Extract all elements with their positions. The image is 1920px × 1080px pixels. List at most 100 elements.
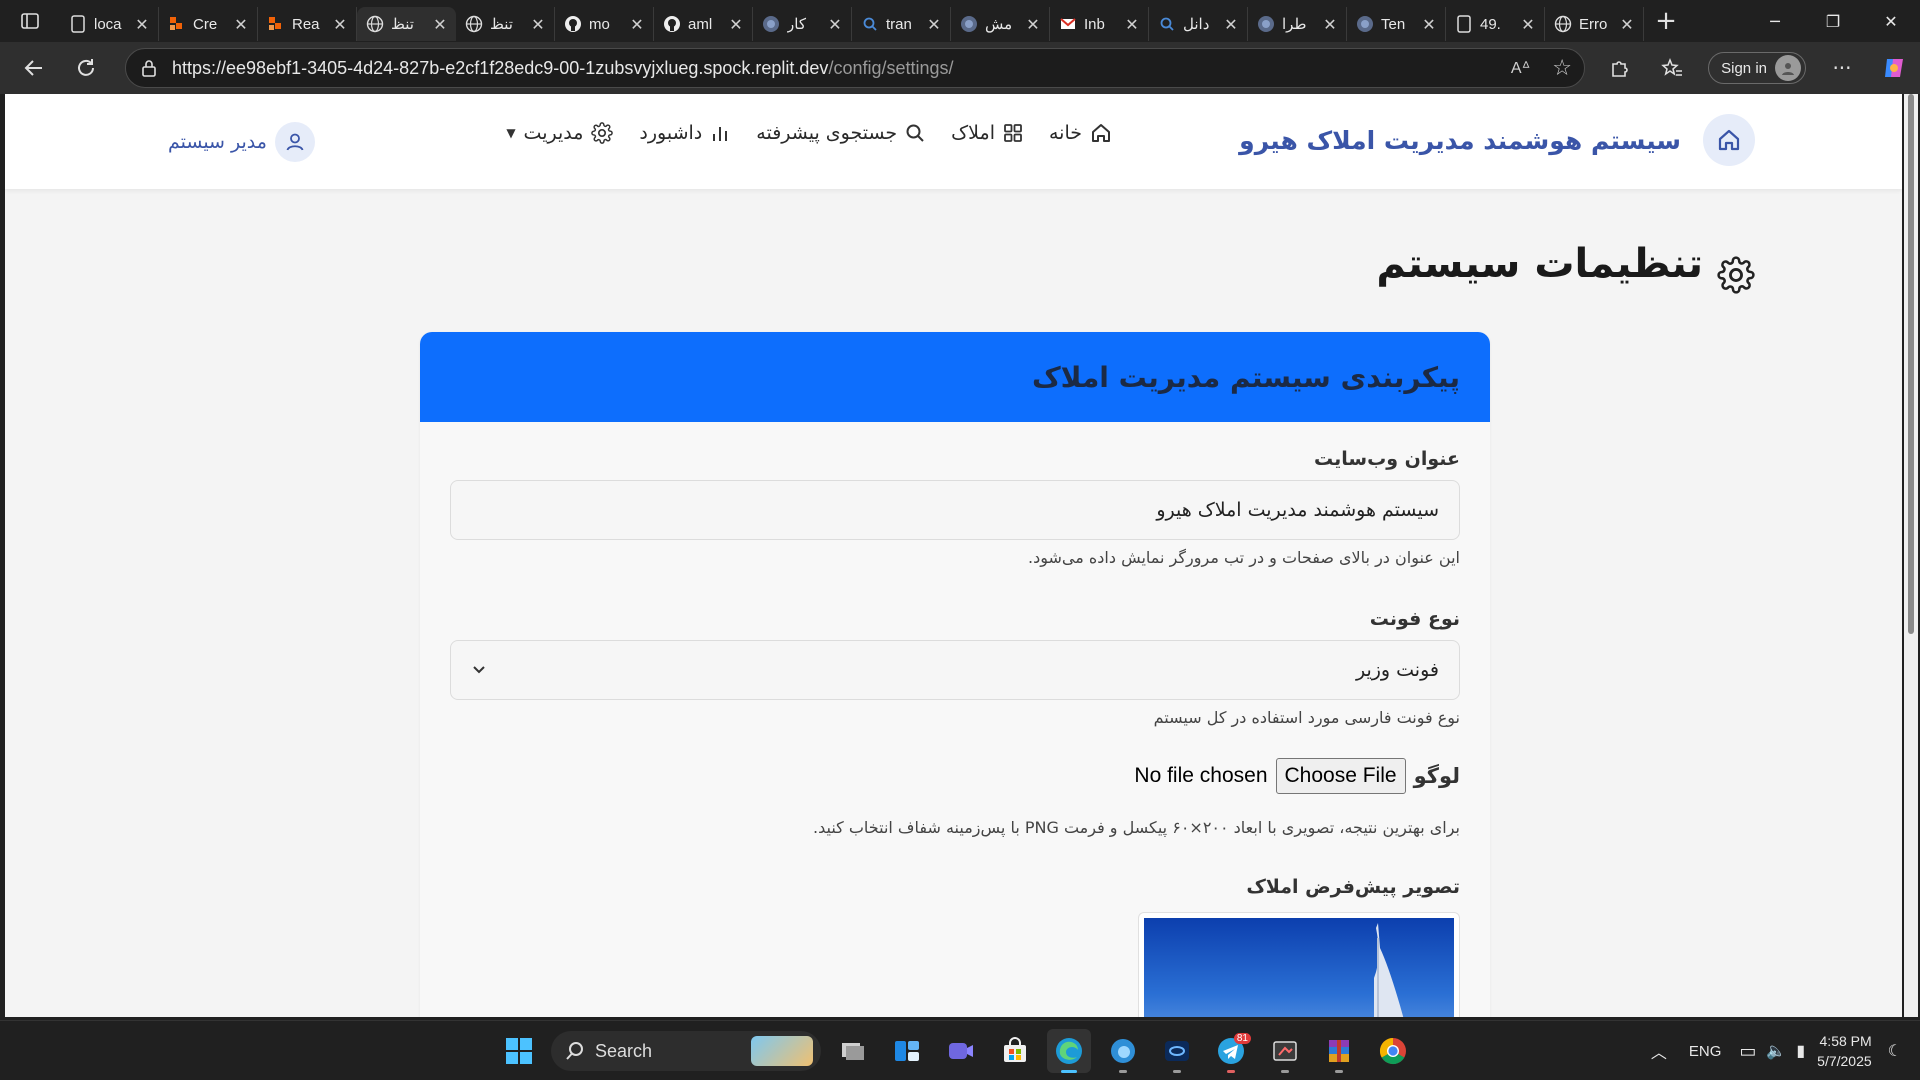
browser-tab[interactable]: طرا ✕: [1248, 7, 1347, 41]
battery-icon[interactable]: ▮: [1796, 1041, 1805, 1061]
teams-meet-button[interactable]: [939, 1029, 983, 1073]
browser-tab[interactable]: تنظ ✕: [456, 7, 555, 41]
site-title-label: عنوان وب‌سایت: [1314, 448, 1460, 470]
lock-icon[interactable]: [126, 59, 172, 77]
volume-icon[interactable]: 🔈: [1766, 1041, 1786, 1061]
close-tab-icon[interactable]: ✕: [1421, 15, 1437, 34]
card-header: پیکربندی سیستم مدیریت املاک: [420, 332, 1490, 422]
close-tab-icon[interactable]: ✕: [629, 15, 645, 34]
app-icon: [959, 14, 979, 34]
close-tab-icon[interactable]: ✕: [728, 15, 744, 34]
tab-actions-button[interactable]: [0, 0, 60, 42]
close-tab-icon[interactable]: ✕: [1223, 15, 1239, 34]
menu-item-home[interactable]: خانه: [1049, 122, 1112, 144]
address-bar[interactable]: https://ee98ebf1-3405-4d24-827b-e2cf1f28…: [125, 48, 1585, 88]
tab-actions-icon: [21, 13, 39, 29]
browser-tab[interactable]: 49. ✕: [1446, 7, 1545, 41]
close-tab-icon[interactable]: ✕: [1322, 15, 1338, 34]
telegram-badge: 81: [1233, 1033, 1251, 1044]
browser-tab[interactable]: Ten ✕: [1347, 7, 1446, 41]
close-window-button[interactable]: ✕: [1862, 0, 1920, 42]
close-tab-icon[interactable]: ✕: [926, 15, 942, 34]
edge-dev-button[interactable]: [1101, 1029, 1145, 1073]
browser-tab[interactable]: aml ✕: [654, 7, 753, 41]
sign-in-label: Sign in: [1721, 59, 1767, 77]
minimize-button[interactable]: ─: [1746, 0, 1804, 42]
app-icon: [1256, 14, 1276, 34]
copilot-button[interactable]: [1868, 48, 1920, 88]
choose-file-button[interactable]: Choose File: [1275, 758, 1406, 794]
chevron-up-icon[interactable]: ︿: [1651, 1039, 1667, 1063]
font-select[interactable]: فونت وزیر: [450, 640, 1460, 700]
menu-item-management[interactable]: مدیریت ▼: [506, 122, 614, 144]
read-aloud-icon[interactable]: Aᐞ: [1511, 58, 1530, 78]
close-tab-icon[interactable]: ✕: [432, 15, 448, 34]
search-icon: [1157, 14, 1177, 34]
browser-tab[interactable]: کار ✕: [753, 7, 852, 41]
browser-tab[interactable]: Cre ✕: [159, 7, 258, 41]
start-button[interactable]: [497, 1029, 541, 1073]
telegram-button[interactable]: 81: [1209, 1029, 1253, 1073]
refresh-button[interactable]: [60, 48, 112, 88]
browser-tab[interactable]: Rea ✕: [258, 7, 357, 41]
tab-title: Erro: [1579, 15, 1608, 33]
menu-item-label: مدیریت: [523, 122, 584, 144]
vpn-app-button[interactable]: [1155, 1029, 1199, 1073]
settings-more-button[interactable]: ···: [1816, 48, 1868, 88]
close-tab-icon[interactable]: ✕: [1619, 15, 1635, 34]
scrollbar-thumb[interactable]: [1908, 94, 1914, 634]
close-tab-icon[interactable]: ✕: [1520, 15, 1536, 34]
sign-in-button[interactable]: Sign in: [1708, 52, 1806, 84]
edge-taskbar-button[interactable]: [1047, 1029, 1091, 1073]
extensions-button[interactable]: [1594, 48, 1646, 88]
close-tab-icon[interactable]: ✕: [1025, 15, 1041, 34]
browser-tab[interactable]: تنظ ✕: [357, 7, 456, 41]
copilot-icon: [1885, 59, 1903, 77]
close-tab-icon[interactable]: ✕: [332, 15, 348, 34]
winrar-button[interactable]: [1317, 1029, 1361, 1073]
close-tab-icon[interactable]: ✕: [233, 15, 249, 34]
browser-tab[interactable]: Inb ✕: [1050, 7, 1149, 41]
menu-item-label: جستجوی پیشرفته: [756, 122, 898, 144]
store-bag-icon: [1004, 1037, 1026, 1062]
network-icon[interactable]: ▭: [1739, 1041, 1756, 1062]
url-text[interactable]: https://ee98ebf1-3405-4d24-827b-e2cf1f28…: [172, 58, 954, 79]
notification-bell-icon[interactable]: ☾: [1888, 1041, 1902, 1061]
widgets-button[interactable]: [885, 1029, 929, 1073]
close-tab-icon[interactable]: ✕: [1124, 15, 1140, 34]
task-view-button[interactable]: [831, 1029, 875, 1073]
menu-item-properties[interactable]: املاک: [951, 122, 1023, 144]
taskbar-search[interactable]: Search: [551, 1031, 821, 1071]
favorite-star-icon[interactable]: ☆: [1552, 56, 1572, 81]
browser-tab[interactable]: loca ✕: [60, 7, 159, 41]
page-scrollbar[interactable]: [1904, 94, 1918, 1017]
menu-item-label: داشبورد: [639, 122, 703, 144]
site-title-input[interactable]: سیستم هوشمند مدیریت املاک هیرو: [450, 480, 1460, 540]
tab-title: Rea: [292, 15, 320, 33]
browser-tab[interactable]: tran ✕: [852, 7, 951, 41]
back-button[interactable]: [8, 48, 60, 88]
favorites-button[interactable]: [1646, 48, 1698, 88]
snipping-tool-button[interactable]: [1263, 1029, 1307, 1073]
menu-item-advanced-search[interactable]: جستجوی پیشرفته: [756, 122, 925, 144]
language-indicator[interactable]: ENG: [1689, 1043, 1722, 1060]
close-tab-icon[interactable]: ✕: [134, 15, 150, 34]
winrar-icon: [1329, 1040, 1349, 1062]
user-menu[interactable]: مدیر سیستم: [168, 122, 315, 162]
tab-title: loca: [94, 15, 122, 33]
browser-tab[interactable]: مش ✕: [951, 7, 1050, 41]
orange-app-icon: [266, 14, 286, 34]
restore-button[interactable]: ❐: [1804, 0, 1862, 42]
site-brand[interactable]: سیستم هوشمند مدیریت املاک هیرو: [1239, 114, 1755, 166]
browser-tab[interactable]: Erro ✕: [1545, 7, 1644, 41]
browser-tab[interactable]: mo ✕: [555, 7, 654, 41]
chrome-button[interactable]: [1371, 1029, 1415, 1073]
browser-tab[interactable]: دانل ✕: [1149, 7, 1248, 41]
close-tab-icon[interactable]: ✕: [530, 15, 546, 34]
close-tab-icon[interactable]: ✕: [827, 15, 843, 34]
new-tab-button[interactable]: +: [1644, 0, 1688, 42]
system-clock[interactable]: 4:58 PM 5/7/2025: [1817, 1031, 1872, 1071]
menu-item-dashboard[interactable]: داشبورد: [639, 122, 730, 144]
refresh-icon: [78, 59, 94, 76]
store-button[interactable]: [993, 1029, 1037, 1073]
